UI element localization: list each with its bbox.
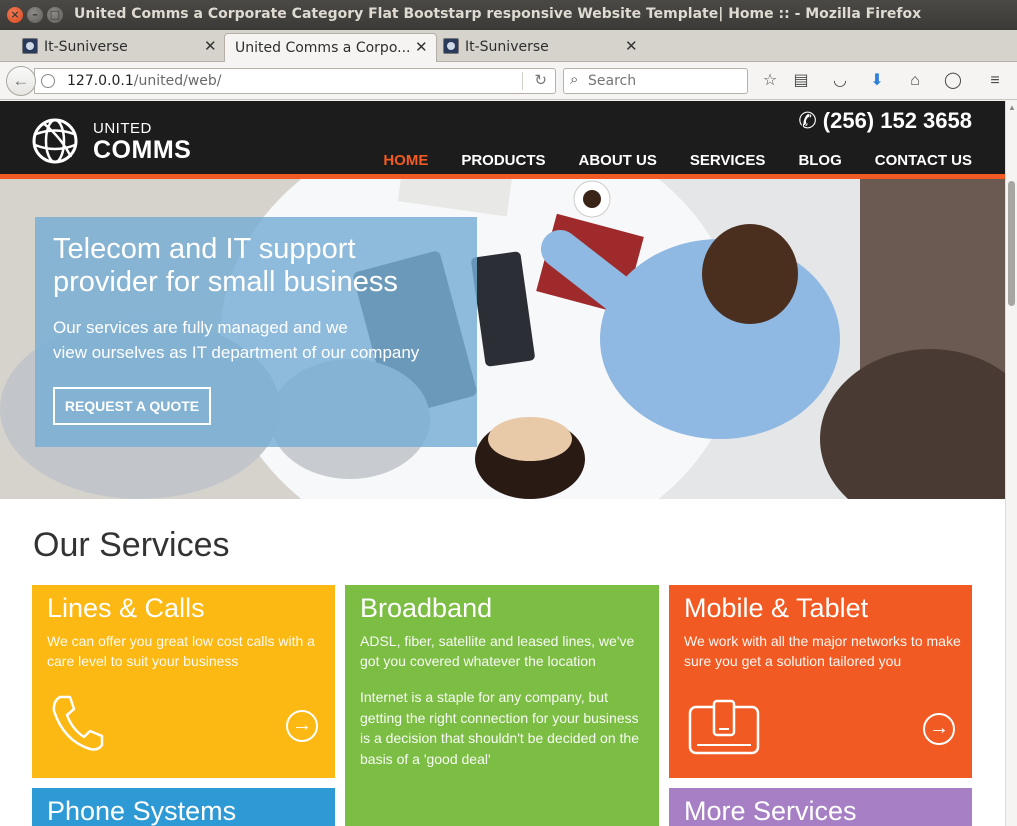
hero-subtitle-line2: view ourselves as IT department of our c… <box>53 343 420 362</box>
hero-banner: Telecom and IT support provider for smal… <box>0 179 1005 499</box>
back-button[interactable]: ← <box>6 66 36 96</box>
services-heading: Our Services <box>33 526 230 564</box>
card-title: Mobile & Tablet <box>684 593 869 623</box>
site-logo[interactable]: UNITED COMMS <box>93 120 192 164</box>
tab-it-suniverse-2[interactable]: It-Suniverse ✕ <box>441 33 641 62</box>
phone-number: (256) 152 3658 <box>822 108 972 133</box>
maximize-icon: □ <box>49 8 61 21</box>
globe-logo-icon[interactable] <box>31 117 79 165</box>
browser-navbar: 127.0.0.1/united/web/ ↻ ← ⌕ ☆ ▤ ◡ ⬇ ⌂ ◯ … <box>0 62 1017 100</box>
download-icon[interactable]: ⬇ <box>867 71 887 91</box>
service-card-lines-calls[interactable]: Lines & Calls We can offer you great low… <box>32 585 335 778</box>
tab-bar: It-Suniverse ✕ United Comms a Corpo... ✕… <box>0 30 1017 86</box>
site-favicon-icon <box>22 38 38 54</box>
card-title: Broadband <box>360 593 493 623</box>
arrow-right-icon[interactable]: → <box>923 713 955 745</box>
back-arrow-icon: ← <box>12 71 30 90</box>
window-titlebar: × – □ United Comms a Corporate Category … <box>0 0 1017 30</box>
search-input[interactable] <box>588 72 738 90</box>
card-text: We work with all the major networks to m… <box>684 633 961 669</box>
pocket-icon[interactable]: ◡ <box>830 71 850 91</box>
bookmark-star-icon[interactable]: ☆ <box>760 71 780 91</box>
tab-close-icon[interactable]: ✕ <box>204 37 217 55</box>
tab-label: It-Suniverse <box>465 39 549 55</box>
hero-title: Telecom and IT support provider for smal… <box>53 233 398 298</box>
card-text-secondary: Internet is a staple for any company, bu… <box>360 689 639 767</box>
phone-icon: ✆ <box>798 108 817 133</box>
search-icon: ⌕ <box>570 71 579 88</box>
url-text: 127.0.0.1/united/web/ <box>67 73 222 89</box>
hero-subtitle-line1: Our services are fully managed and we <box>53 318 348 337</box>
scrollbar-thumb[interactable] <box>1008 181 1015 306</box>
arrow-right-icon[interactable]: → <box>286 710 318 742</box>
window-minimize-button[interactable]: – <box>27 7 43 23</box>
card-text: We can offer you great low cost calls wi… <box>47 633 315 669</box>
menu-services[interactable]: SERVICES <box>690 152 766 174</box>
tablet-icon <box>688 699 760 755</box>
site-favicon-icon <box>443 38 459 54</box>
site-header: UNITED COMMS ✆ (256) 152 3658 HOME PRODUC… <box>0 101 1005 179</box>
card-title: Phone Systems <box>47 796 237 826</box>
menu-about-us[interactable]: ABOUT US <box>579 152 657 174</box>
service-card-broadband[interactable]: Broadband ADSL, fiber, satellite and lea… <box>345 585 659 826</box>
menu-blog[interactable]: BLOG <box>798 152 841 174</box>
request-quote-button[interactable]: REQUEST A QUOTE <box>53 387 211 425</box>
header-phone: ✆ (256) 152 3658 <box>798 108 972 134</box>
logo-line1: UNITED <box>93 120 152 137</box>
tab-label: It-Suniverse <box>44 39 128 55</box>
menu-home[interactable]: HOME <box>379 152 433 177</box>
page-viewport: UNITED COMMS ✆ (256) 152 3658 HOME PRODUC… <box>0 101 1005 826</box>
close-icon: × <box>10 8 20 21</box>
url-separator <box>522 72 523 90</box>
reload-icon[interactable]: ↻ <box>534 71 547 89</box>
tab-close-icon[interactable]: ✕ <box>625 37 638 55</box>
home-icon[interactable]: ⌂ <box>905 71 925 91</box>
service-card-mobile-tablet[interactable]: Mobile & Tablet We work with all the maj… <box>669 585 972 778</box>
phone-icon <box>52 695 104 751</box>
card-title: More Services <box>684 796 857 826</box>
tab-it-suniverse-1[interactable]: It-Suniverse ✕ <box>20 33 220 62</box>
menu-contact-us[interactable]: CONTACT US <box>875 152 972 174</box>
tab-close-icon[interactable]: ✕ <box>415 38 428 56</box>
hero-caption-box: Telecom and IT support provider for smal… <box>35 217 477 447</box>
globe-icon <box>41 74 55 88</box>
hero-subtitle: Our services are fully managed and we vie… <box>53 315 463 365</box>
minimize-icon: – <box>32 8 38 21</box>
hamburger-menu-icon[interactable]: ≡ <box>985 71 1005 91</box>
service-card-phone-systems[interactable]: Phone Systems <box>32 788 335 826</box>
menu-products[interactable]: PRODUCTS <box>461 152 545 174</box>
page-scrollbar[interactable]: ▲ <box>1005 101 1017 826</box>
logo-line2: COMMS <box>93 136 192 164</box>
chat-bubble-icon[interactable]: ◯ <box>943 71 963 91</box>
main-menu: HOME PRODUCTS ABOUT US SERVICES BLOG CON… <box>350 152 972 177</box>
tab-united-comms[interactable]: United Comms a Corpo... ✕ <box>224 33 437 62</box>
window-close-button[interactable]: × <box>7 7 23 23</box>
window-maximize-button[interactable]: □ <box>47 7 63 23</box>
reading-list-icon[interactable]: ▤ <box>791 71 811 91</box>
card-text: ADSL, fiber, satellite and leased lines,… <box>360 633 635 669</box>
window-title: United Comms a Corporate Category Flat B… <box>74 6 922 22</box>
url-bar[interactable]: 127.0.0.1/united/web/ ↻ <box>34 68 556 94</box>
card-title: Lines & Calls <box>47 593 205 623</box>
service-card-more-services[interactable]: More Services <box>669 788 972 826</box>
scroll-up-icon[interactable]: ▲ <box>1008 103 1016 112</box>
search-box[interactable]: ⌕ <box>563 68 748 94</box>
tab-label: United Comms a Corpo... <box>235 40 411 56</box>
